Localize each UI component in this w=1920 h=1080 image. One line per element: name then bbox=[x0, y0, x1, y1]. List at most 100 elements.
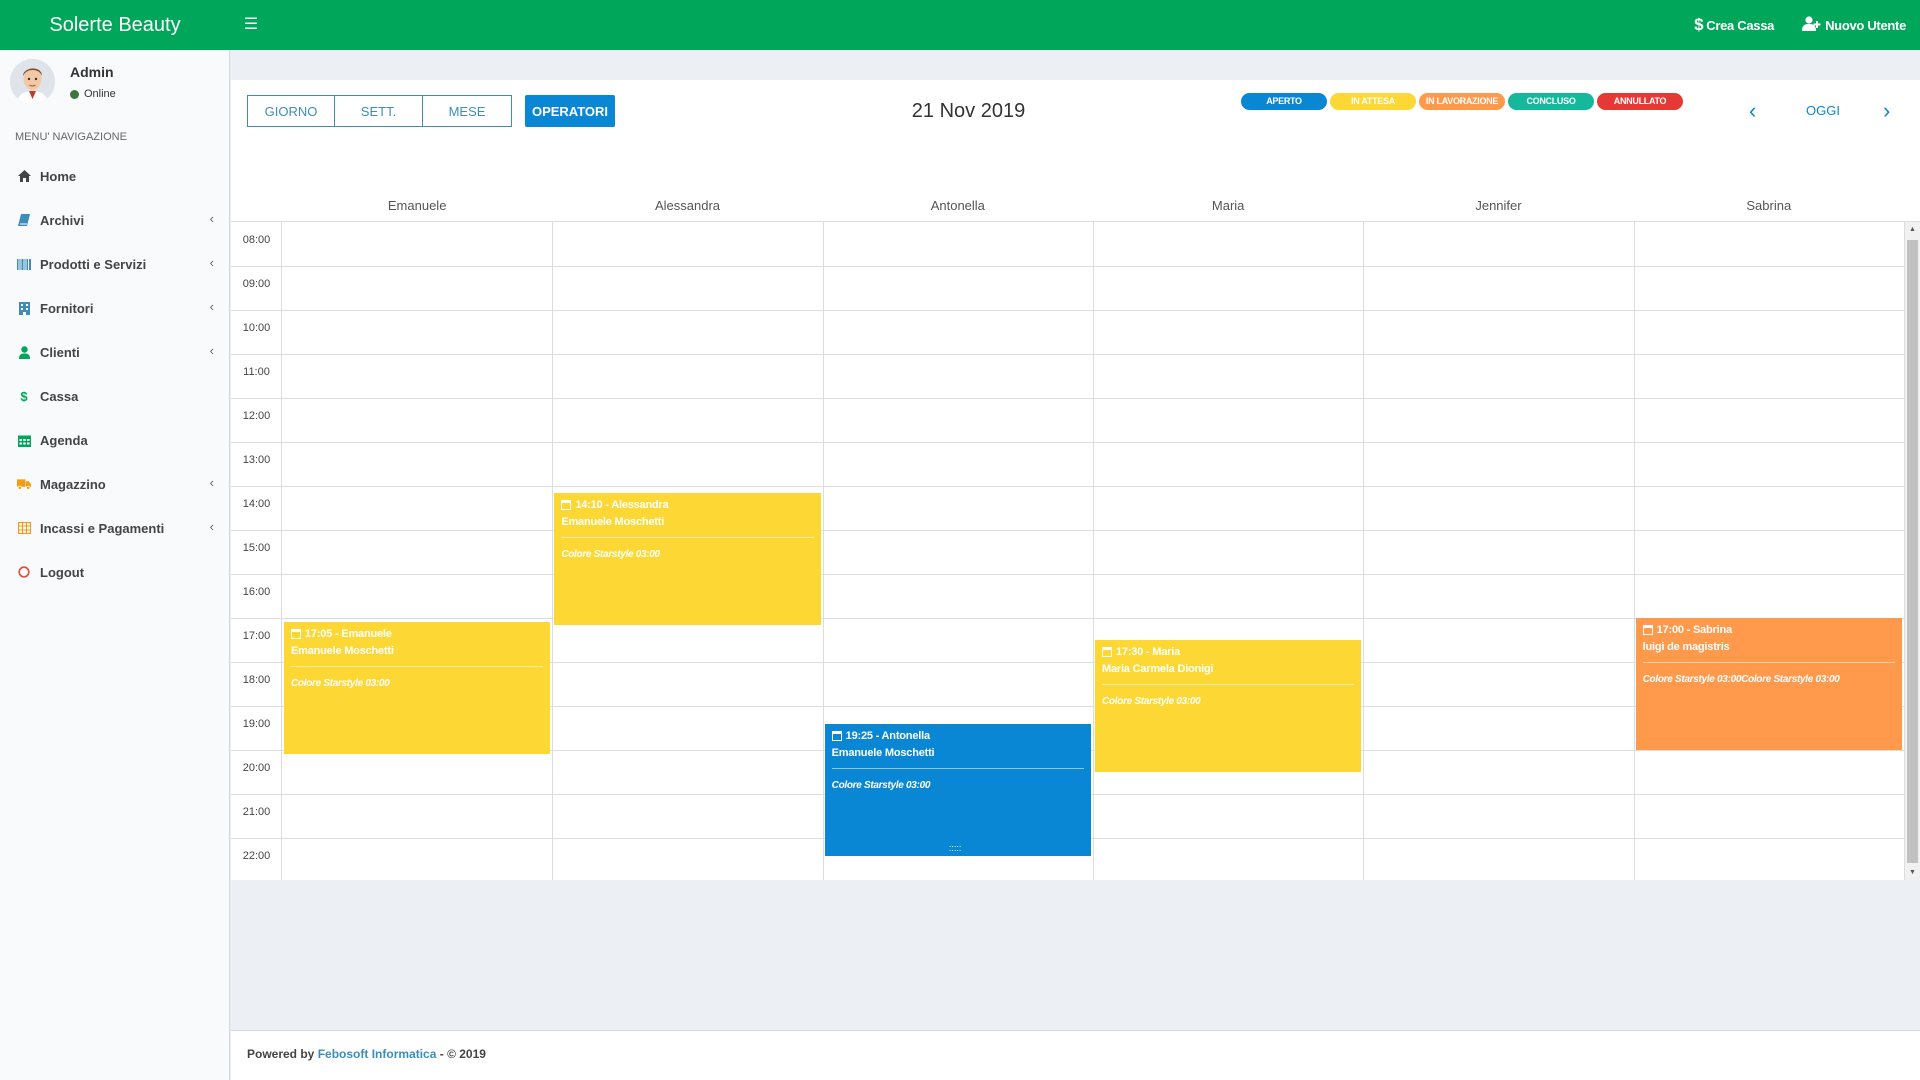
sidebar-item-magazzino[interactable]: Magazzino ‹ bbox=[0, 462, 229, 506]
calendar-icon bbox=[1642, 625, 1653, 635]
column-gridline bbox=[281, 222, 282, 880]
top-actions: $ Crea Cassa Nuovo Utente bbox=[1694, 0, 1906, 50]
brand-logo[interactable]: Solerte Beauty bbox=[0, 0, 230, 50]
chevron-left-icon: ‹ bbox=[209, 255, 214, 270]
time-label: 10:00 bbox=[242, 322, 271, 334]
add-user-icon bbox=[1802, 16, 1822, 34]
calendar-icon bbox=[561, 500, 572, 511]
operator-column-header: Sabrina bbox=[1746, 198, 1792, 213]
operators-view-button[interactable]: OPERATORI bbox=[525, 95, 615, 127]
top-navbar: Solerte Beauty ☰ $ Crea Cassa Nuovo Uten… bbox=[0, 0, 1920, 50]
book-icon bbox=[17, 213, 31, 227]
legend-badge-concluso: CONCLUSO bbox=[1508, 93, 1594, 110]
column-gridline bbox=[1092, 222, 1094, 880]
column-gridline bbox=[1633, 222, 1635, 880]
sidebar-item-archivi[interactable]: Archivi ‹ bbox=[0, 198, 229, 242]
scroll-thumb[interactable] bbox=[1907, 240, 1918, 863]
today-button[interactable]: OGGI bbox=[1806, 98, 1840, 124]
chevron-left-icon: ‹ bbox=[209, 519, 214, 534]
sidebar-item-label: Magazzino bbox=[40, 476, 106, 492]
user-status: Online bbox=[70, 88, 116, 100]
event-service: Colore Starstyle 03:00 bbox=[291, 677, 390, 689]
operator-column-header: Maria bbox=[1211, 198, 1245, 213]
barcode-icon bbox=[17, 257, 31, 271]
footer-company-link[interactable]: Febosoft Informatica bbox=[318, 1047, 437, 1061]
event-divider bbox=[1101, 684, 1355, 685]
home-icon bbox=[17, 169, 31, 183]
time-label: 18:00 bbox=[242, 674, 271, 686]
sidebar-item-cassa[interactable]: $ Cassa bbox=[0, 374, 229, 418]
calendar-grid: ▲ ▼ 08:00 09:00 10:00 11:00 12:00 13:00 14:00 1… bbox=[231, 221, 1920, 880]
event-time-label: 19:25 - Antonella bbox=[845, 730, 930, 743]
chevron-left-icon[interactable]: ‹ bbox=[1749, 98, 1756, 124]
sidebar-item-logout[interactable]: Logout bbox=[0, 550, 229, 594]
event-service: Colore Starstyle 03:00 bbox=[1101, 696, 1201, 707]
time-label: 19:00 bbox=[242, 718, 271, 730]
chevron-right-icon[interactable]: › bbox=[1883, 98, 1890, 124]
sidebar-item-fornitori[interactable]: Fornitori ‹ bbox=[0, 286, 229, 330]
appointment-event[interactable]: 17:30 - Maria Maria Carmela Dionigi Colore… bbox=[1094, 640, 1362, 772]
hour-gridline bbox=[231, 574, 1904, 575]
sidebar-item-label: Logout bbox=[40, 564, 85, 580]
event-time-label: 17:30 - Maria bbox=[1115, 646, 1181, 658]
resize-handle[interactable]: ::::: bbox=[949, 844, 962, 853]
column-gridline bbox=[1363, 222, 1365, 880]
sidebar-item-label: Agenda bbox=[40, 432, 88, 448]
hour-gridline bbox=[231, 530, 1904, 531]
chevron-left-icon: ‹ bbox=[209, 343, 214, 358]
calendar-date-title: 21 Nov 2019 bbox=[911, 100, 1026, 122]
legend-badge-in-lavorazione: IN LAVORAZIONE bbox=[1419, 93, 1505, 110]
time-label: 16:00 bbox=[242, 586, 271, 598]
scroll-up-icon[interactable]: ▲ bbox=[1905, 223, 1920, 237]
event-divider bbox=[561, 537, 814, 539]
appointment-event[interactable]: 17:05 - Emanuele Emanuele Moschetti Colore… bbox=[284, 621, 551, 754]
view-month-button[interactable]: MESE bbox=[423, 95, 512, 127]
event-divider bbox=[1642, 662, 1895, 663]
crea-cassa-button[interactable]: $ Crea Cassa bbox=[1694, 15, 1774, 35]
calendar-icon bbox=[17, 433, 31, 447]
scroll-down-icon[interactable]: ▼ bbox=[1905, 866, 1920, 880]
crea-cassa-label: Crea Cassa bbox=[1706, 17, 1775, 33]
user-status-label: Online bbox=[84, 88, 116, 100]
chevron-left-icon: ‹ bbox=[209, 299, 214, 314]
event-client: luigi de magistris bbox=[1642, 641, 1730, 653]
nuovo-utente-button[interactable]: Nuovo Utente bbox=[1802, 16, 1906, 34]
truck-icon bbox=[17, 477, 31, 491]
column-gridline bbox=[822, 222, 824, 880]
appointment-event[interactable]: 17:00 - Sabrina luigi de magistris Colore … bbox=[1635, 618, 1902, 750]
sidebar-item-label: Cassa bbox=[40, 388, 79, 404]
hour-gridline bbox=[231, 398, 1904, 399]
event-divider bbox=[291, 665, 544, 667]
event-client: Maria Carmela Dionigi bbox=[1101, 663, 1214, 675]
sidebar-toggle-icon[interactable]: ☰ bbox=[240, 14, 262, 36]
table-icon bbox=[17, 521, 31, 535]
time-label: 08:00 bbox=[242, 234, 271, 246]
footer-prefix: Powered by bbox=[247, 1047, 315, 1061]
hour-gridline bbox=[231, 486, 1904, 487]
calendar-scrollbar[interactable]: ▲ ▼ bbox=[1905, 222, 1920, 880]
hour-gridline bbox=[231, 354, 1904, 355]
sidebar-item-label: Prodotti e Servizi bbox=[40, 256, 147, 272]
event-service: Colore Starstyle 03:00 bbox=[561, 549, 660, 561]
event-client: Emanuele Moschetti bbox=[561, 516, 665, 529]
appointment-event[interactable]: 19:25 - Antonella Emanuele Moschetti Color… bbox=[824, 724, 1091, 857]
nuovo-utente-label: Nuovo Utente bbox=[1825, 17, 1906, 33]
sidebar-item-agenda[interactable]: Agenda bbox=[0, 418, 229, 462]
sidebar-item-clienti[interactable]: Clienti ‹ bbox=[0, 330, 229, 374]
sidebar-item-home[interactable]: Home bbox=[0, 154, 229, 198]
time-label: 09:00 bbox=[242, 278, 271, 290]
sidebar-item-prodotti-servizi[interactable]: Prodotti e Servizi ‹ bbox=[0, 242, 229, 286]
time-label: 20:00 bbox=[242, 762, 271, 774]
view-day-button[interactable]: GIORNO bbox=[247, 95, 335, 127]
calendar-icon bbox=[291, 628, 301, 639]
event-client: Emanuele Moschetti bbox=[291, 644, 394, 657]
calendar-box: GIORNO SETT. MESE OPERATORI 21 Nov 2019 … bbox=[231, 80, 1920, 880]
sidebar-item-incassi-pagamenti[interactable]: Incassi e Pagamenti ‹ bbox=[0, 506, 229, 550]
footer: Powered by Febosoft Informatica - © 2019 bbox=[231, 1030, 1920, 1080]
chevron-left-icon: ‹ bbox=[209, 211, 214, 226]
appointment-event[interactable]: 14:10 - Alessandra Emanuele Moschetti Colo… bbox=[554, 493, 821, 626]
event-divider bbox=[831, 768, 1084, 770]
view-week-button[interactable]: SETT. bbox=[335, 95, 423, 127]
calendar-icon bbox=[831, 731, 842, 742]
event-time: 17:05 - Emanuele bbox=[291, 628, 543, 640]
